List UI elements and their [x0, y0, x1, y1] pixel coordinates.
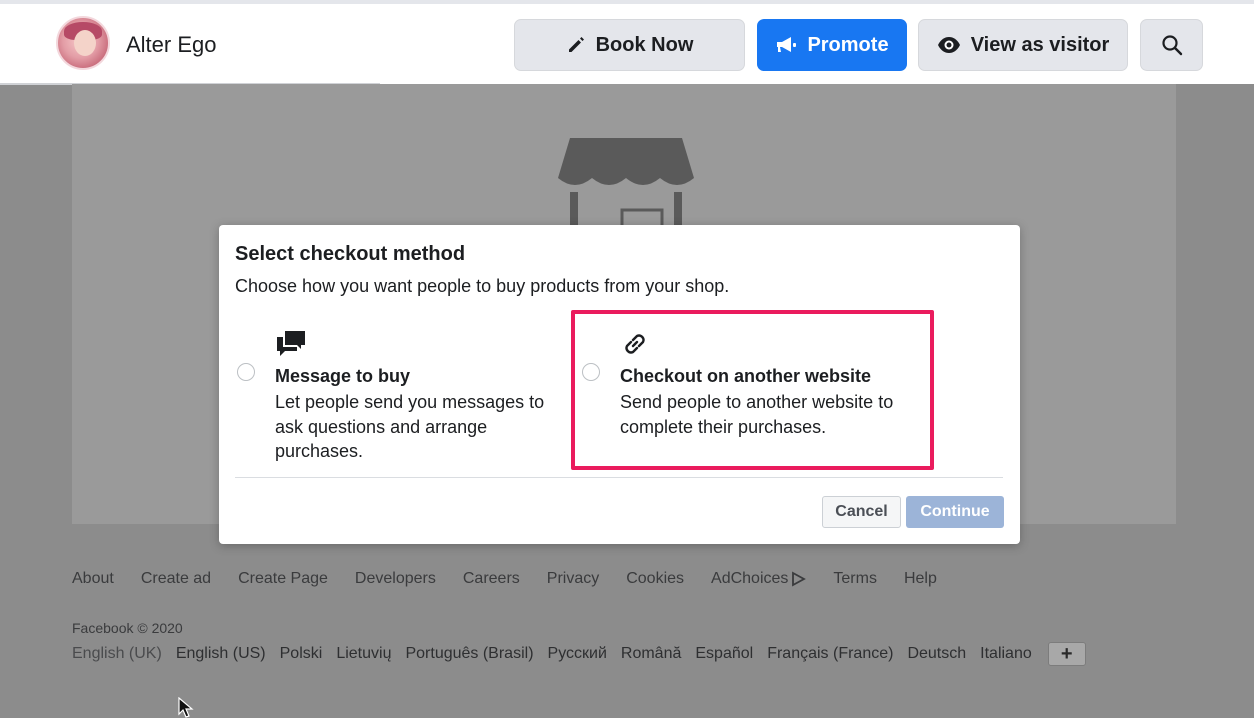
page-header: Alter Ego Book Now Promote View as visit… [0, 0, 1254, 84]
footer-link-adchoices-label: AdChoices [711, 570, 789, 587]
footer-link-adchoices[interactable]: AdChoices [711, 570, 807, 588]
language-option[interactable]: Română [621, 645, 681, 663]
footer-link-cookies[interactable]: Cookies [626, 570, 684, 588]
footer-link-create-page[interactable]: Create Page [238, 570, 328, 588]
language-option[interactable]: Deutsch [907, 645, 966, 663]
option-title: Message to buy [275, 366, 411, 386]
dialog-title: Select checkout method [235, 243, 466, 265]
language-option[interactable]: Русский [548, 645, 607, 663]
copyright-text: Facebook © 2020 [72, 620, 183, 636]
dialog-divider [235, 477, 1003, 478]
page-avatar[interactable] [56, 16, 110, 70]
message-to-buy-radio[interactable] [237, 363, 255, 381]
book-now-label: Book Now [595, 33, 694, 56]
language-option[interactable]: Português (Brasil) [405, 645, 533, 663]
page-name[interactable]: Alter Ego [126, 32, 217, 58]
language-selector: English (UK) English (US) Polski Lietuvi… [72, 642, 1086, 666]
footer-link-help[interactable]: Help [904, 570, 937, 588]
mouse-cursor-icon [178, 697, 194, 718]
footer-link-about[interactable]: About [72, 570, 114, 588]
option-description: Let people send you messages to ask ques… [275, 392, 545, 461]
message-bubbles-icon [277, 331, 305, 356]
pencil-icon [568, 37, 584, 52]
highlight-annotation [571, 310, 934, 470]
shop-storefront-icon [558, 138, 694, 228]
adchoices-icon [792, 571, 807, 587]
view-as-visitor-label: View as visitor [970, 33, 1110, 56]
footer-link-create-ad[interactable]: Create ad [141, 570, 211, 588]
promote-button[interactable]: Promote [757, 19, 907, 71]
footer-link-privacy[interactable]: Privacy [547, 570, 599, 588]
megaphone-icon [777, 37, 797, 52]
checkout-method-dialog: Select checkout method Choose how you wa… [219, 225, 1020, 544]
language-option[interactable]: Français (France) [767, 645, 893, 663]
eye-icon [937, 37, 960, 53]
footer-link-careers[interactable]: Careers [463, 570, 520, 588]
language-option[interactable]: Polski [280, 645, 323, 663]
search-icon [1161, 35, 1182, 56]
language-option[interactable]: Español [695, 645, 753, 663]
book-now-button[interactable]: Book Now [514, 19, 745, 71]
language-current: English (UK) [72, 645, 162, 662]
footer-link-developers[interactable]: Developers [355, 570, 436, 588]
view-as-visitor-button[interactable]: View as visitor [918, 19, 1128, 71]
cancel-button[interactable]: Cancel [822, 496, 901, 528]
language-option[interactable]: Italiano [980, 645, 1032, 663]
promote-label: Promote [807, 33, 889, 56]
language-option[interactable]: Lietuvių [336, 645, 391, 663]
footer-links: About Create ad Create Page Developers C… [72, 570, 964, 588]
search-button[interactable] [1140, 19, 1203, 71]
language-option[interactable]: English (US) [176, 645, 266, 663]
more-languages-button[interactable]: + [1047, 642, 1086, 666]
continue-button[interactable]: Continue [906, 496, 1004, 528]
footer-link-terms[interactable]: Terms [833, 570, 877, 588]
dialog-subtitle: Choose how you want people to buy produc… [235, 276, 730, 296]
